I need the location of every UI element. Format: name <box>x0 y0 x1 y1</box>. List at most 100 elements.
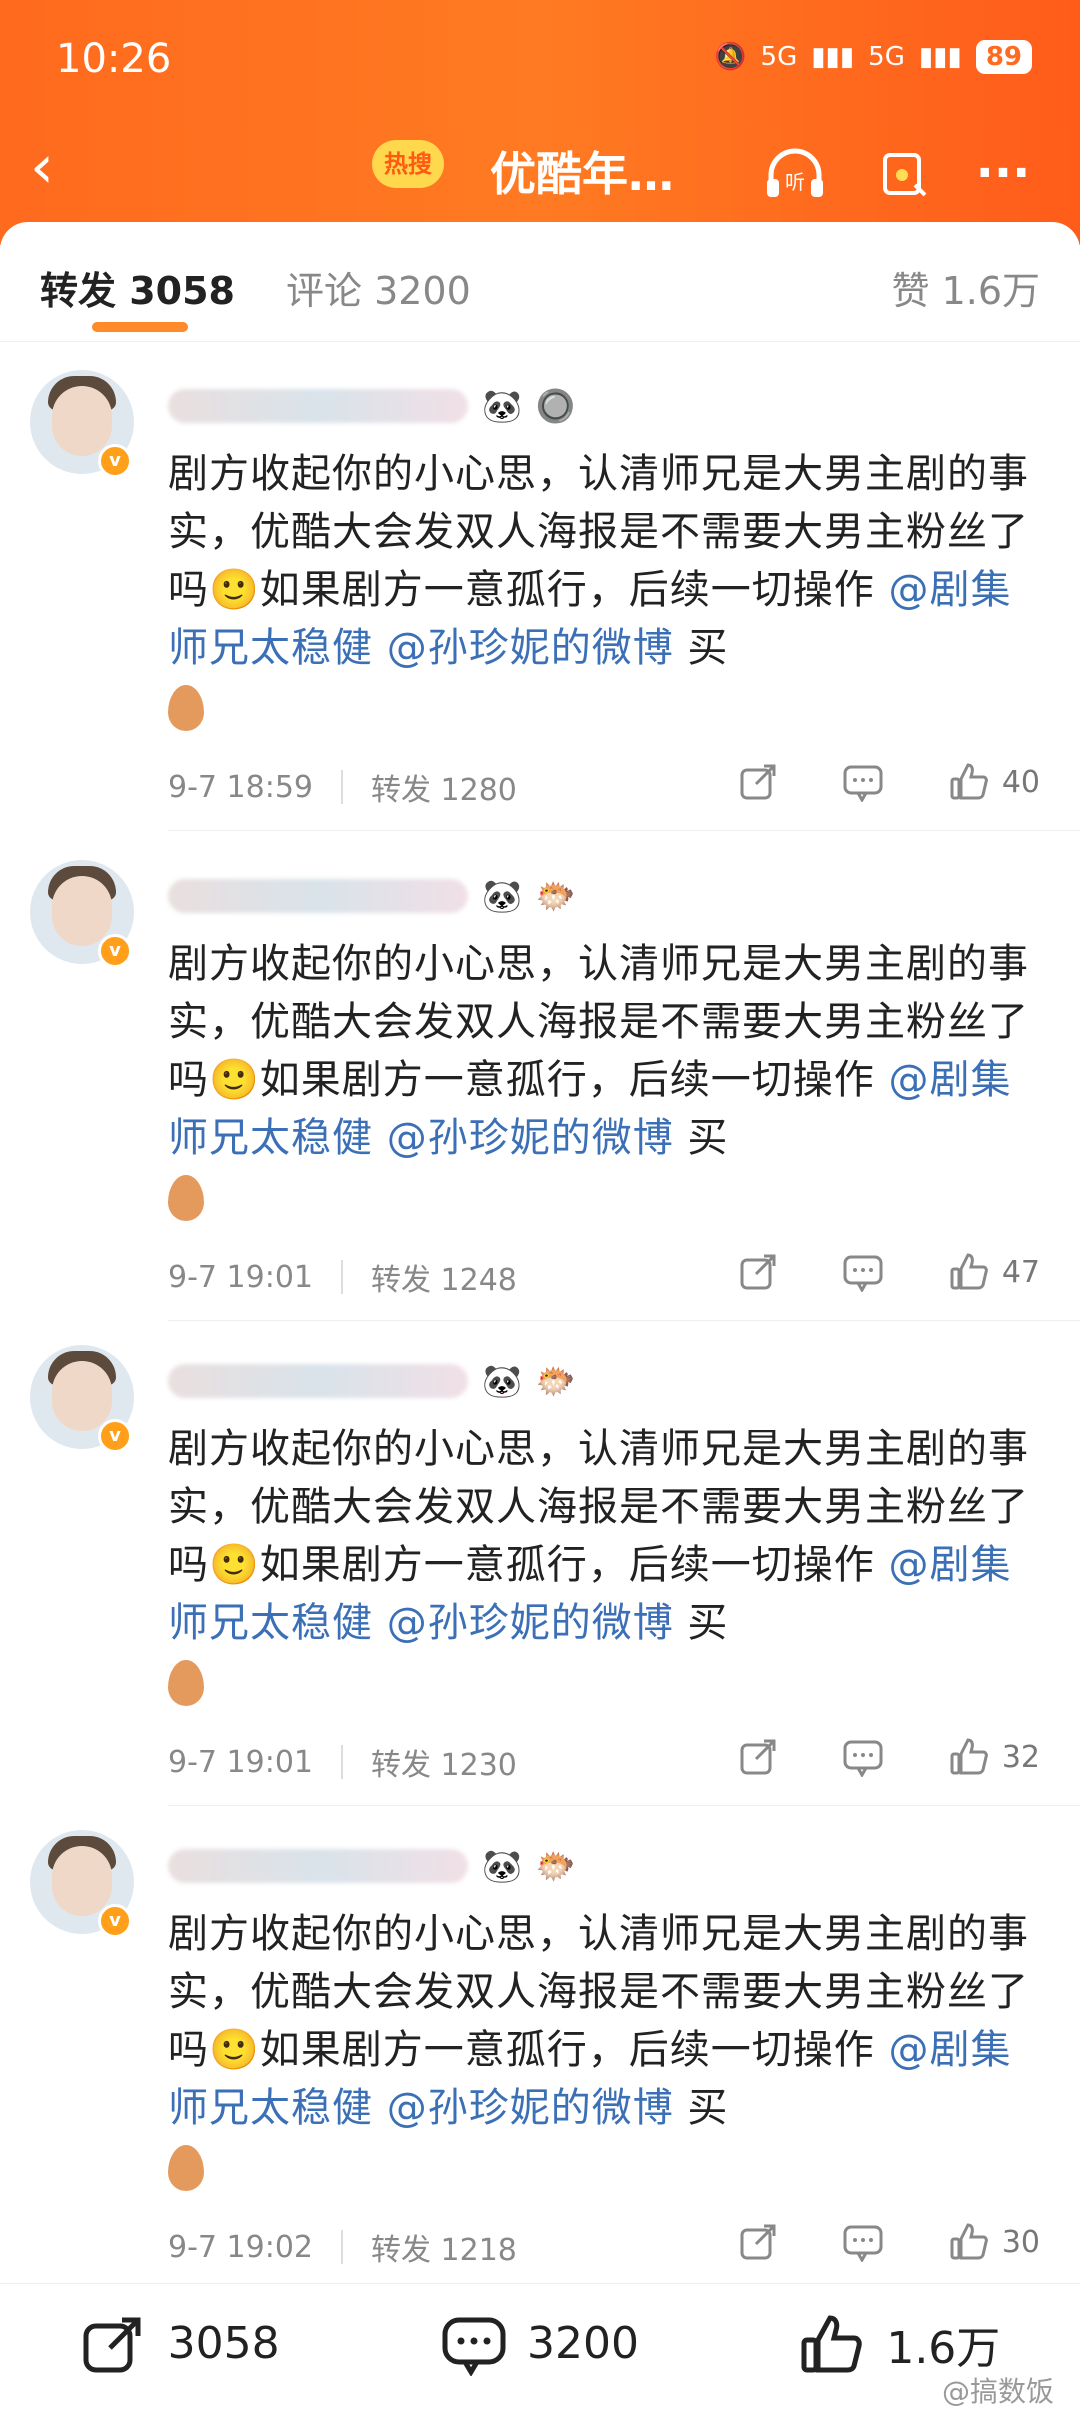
tab-bar: 转发 3058 评论 3200 赞 1.6万 <box>0 222 1080 342</box>
username[interactable]: 🐼 🐡 <box>168 874 576 918</box>
comment-time: 9-7 18:59 <box>168 769 313 805</box>
badge-icon-1: 🐼 <box>482 387 522 425</box>
comment-like-count: 30 <box>1001 2224 1040 2260</box>
tab-likes[interactable]: 赞 1.6万 <box>891 260 1040 315</box>
blurred-username <box>168 389 468 423</box>
back-button[interactable]: ‹ <box>30 132 90 202</box>
verified-badge-icon: v <box>98 1904 132 1938</box>
watermark: @搞数饭 <box>941 2375 1054 2408</box>
badge-icon-2: 🐡 <box>535 1362 576 1400</box>
comment-divider <box>168 1320 1080 1321</box>
badge-icon-1: 🐼 <box>482 1847 522 1885</box>
thumbs-up-icon <box>801 2314 863 2372</box>
username[interactable]: 🐼 🐡 <box>168 1359 576 1403</box>
comment-like-button[interactable]: 47 <box>948 1252 1040 1292</box>
listen-button[interactable]: 听 <box>760 138 830 208</box>
comment-text: 剧方收起你的小心思，认清师兄是大男主剧的事实，优酷大会发双人海报是不需要大男主粉… <box>168 445 1048 735</box>
comment-icon <box>843 765 883 802</box>
comment-repost-count: 转发 1280 <box>371 773 517 808</box>
avatar-face <box>52 1361 112 1431</box>
comment-divider <box>168 1805 1080 1806</box>
comment-actions: 30 <box>738 2222 1040 2262</box>
comment-time: 9-7 19:01 <box>168 1744 313 1780</box>
avatar-face <box>52 1846 112 1916</box>
comment-reply-button[interactable] <box>842 762 884 802</box>
mention-link[interactable]: @孙珍妮的微博 <box>387 1115 674 1161</box>
comment-meta: 9-7 18:59 转发 1280 <box>168 765 517 809</box>
comment-like-button[interactable]: 30 <box>948 2222 1040 2262</box>
comment-tail: 买 <box>673 625 729 671</box>
tab-repost[interactable]: 转发 3058 <box>40 260 235 315</box>
share-icon <box>740 1739 776 1775</box>
bottom-like-count: 1.6万 <box>886 2322 1001 2374</box>
tab-comment[interactable]: 评论 3200 <box>286 260 471 315</box>
egg-emoji-icon <box>168 2145 204 2191</box>
status-bar: 10:26 🔕 5G ▮▮▮ 5G ▮▮▮ 89 <box>0 0 1080 130</box>
hot-search-badge[interactable]: 热搜 <box>372 140 444 188</box>
comment-share-button[interactable] <box>738 2222 778 2262</box>
comment-reply-button[interactable] <box>842 1252 884 1292</box>
comment-meta: 9-7 19:02 转发 1218 <box>168 2225 517 2269</box>
status-icons: 🔕 5G ▮▮▮ 5G ▮▮▮ 89 <box>714 40 1032 74</box>
badge-icon-2: 🔘 <box>535 387 576 425</box>
mention-link[interactable]: @孙珍妮的微博 <box>387 625 674 671</box>
mention-link[interactable]: @孙珍妮的微博 <box>387 1600 674 1646</box>
share-icon <box>83 2317 141 2372</box>
mute-icon: 🔕 <box>714 42 747 72</box>
comment-actions: 47 <box>738 1252 1040 1292</box>
username[interactable]: 🐼 🐡 <box>168 1844 576 1888</box>
bottom-comment-count: 3200 <box>527 2318 639 2369</box>
signal-icon: ▮▮▮ <box>811 42 855 72</box>
blurred-username <box>168 879 468 913</box>
badge-icon-2: 🐡 <box>535 1847 576 1885</box>
blurred-username <box>168 1364 468 1398</box>
avatar-face <box>52 386 112 456</box>
comment-icon <box>442 2317 506 2376</box>
network-5g-1: 5G <box>760 42 798 72</box>
mention-link[interactable]: @孙珍妮的微博 <box>387 2085 674 2131</box>
bottom-repost-button[interactable]: 3058 <box>80 2312 280 2376</box>
comment-text: 剧方收起你的小心思，认清师兄是大男主剧的事实，优酷大会发双人海报是不需要大男主粉… <box>168 1905 1048 2195</box>
comment-reply-button[interactable] <box>842 1737 884 1777</box>
username[interactable]: 🐼 🔘 <box>168 384 576 428</box>
tab-active-indicator <box>92 322 188 332</box>
egg-emoji-icon <box>168 685 204 731</box>
comment-meta: 9-7 19:01 转发 1230 <box>168 1740 517 1784</box>
comment-divider <box>168 830 1080 831</box>
bottom-comment-button[interactable]: 3200 <box>439 2312 639 2376</box>
more-icon[interactable]: ··· <box>968 138 1038 208</box>
meta-divider <box>341 2230 343 2264</box>
svg-text:听: 听 <box>785 170 805 194</box>
thumbs-up-icon <box>950 1253 988 1290</box>
comment-like-button[interactable]: 40 <box>948 762 1040 802</box>
comment-repost-count: 转发 1230 <box>371 1748 517 1783</box>
page-title: 优酷年… <box>490 147 674 201</box>
thumbs-up-icon <box>950 2223 988 2260</box>
comment-time: 9-7 19:02 <box>168 2229 313 2265</box>
comment-actions: 32 <box>738 1737 1040 1777</box>
egg-emoji-icon <box>168 1175 204 1221</box>
signal-icon-2: ▮▮▮ <box>918 42 962 72</box>
comment-share-button[interactable] <box>738 762 778 802</box>
bottom-like-button[interactable]: 1.6万 <box>798 2312 1000 2376</box>
verified-badge-icon: v <box>98 444 132 478</box>
share-icon <box>740 764 776 800</box>
share-card-button[interactable] <box>868 138 938 208</box>
comment-tail: 买 <box>673 1115 729 1161</box>
bottom-action-bar: 3058 3200 1.6万 <box>0 2283 1080 2403</box>
share-icon <box>740 1254 776 1290</box>
badge-icon-1: 🐼 <box>482 877 522 915</box>
badge-icon-2: 🐡 <box>535 877 576 915</box>
comment-icon <box>843 1255 883 1292</box>
comment-share-button[interactable] <box>738 1737 778 1777</box>
verified-badge-icon: v <box>98 1419 132 1453</box>
battery-level: 89 <box>975 40 1032 74</box>
thumbs-up-icon <box>950 1738 988 1775</box>
headphones-icon: 听 <box>767 148 823 197</box>
comment-meta: 9-7 19:01 转发 1248 <box>168 1255 517 1299</box>
comment-share-button[interactable] <box>738 1252 778 1292</box>
network-5g-2: 5G <box>868 42 905 72</box>
comment-reply-button[interactable] <box>842 2222 884 2262</box>
comment-like-button[interactable]: 32 <box>948 1737 1040 1777</box>
meta-divider <box>341 1745 343 1779</box>
